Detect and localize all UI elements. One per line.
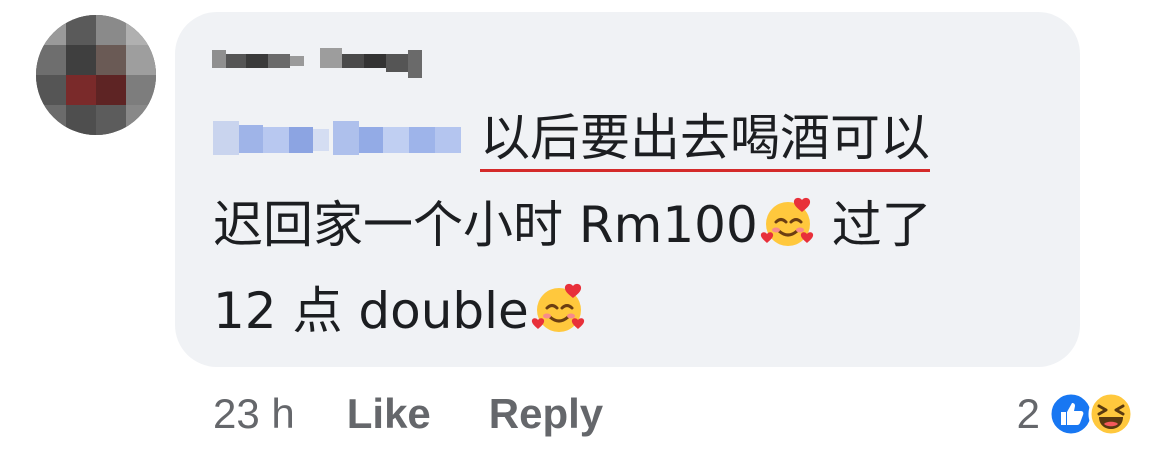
comment-text-part: 迟回家一个小时 Rm100 bbox=[213, 196, 758, 254]
comment-text-suffix: 过了 bbox=[831, 196, 932, 254]
haha-icon bbox=[1088, 391, 1134, 437]
comment-text-line-3: 12 点 double bbox=[213, 280, 587, 341]
comment-text-line-1: 以后要出去喝酒可以 bbox=[480, 108, 930, 172]
comment-text-part: 12 点 double bbox=[213, 282, 529, 340]
author-name-blurred[interactable] bbox=[212, 44, 427, 84]
reply-button[interactable]: Reply bbox=[489, 390, 603, 438]
avatar[interactable] bbox=[36, 15, 156, 135]
comment-actions: 23 h Like Reply bbox=[213, 384, 661, 444]
like-button[interactable]: Like bbox=[347, 390, 431, 438]
comment-text-line-2: 迟回家一个小时 Rm100 过了 bbox=[213, 194, 932, 255]
reaction-summary[interactable]: 2 bbox=[1017, 386, 1134, 442]
comment-text-underlined: 以后要出去喝酒可以 bbox=[480, 109, 930, 172]
reaction-count: 2 bbox=[1016, 390, 1040, 437]
timestamp[interactable]: 23 h bbox=[213, 390, 295, 438]
smiling-face-with-hearts-icon bbox=[531, 280, 587, 336]
mention-blurred[interactable] bbox=[213, 117, 463, 159]
smiling-face-with-hearts-icon bbox=[760, 194, 816, 250]
